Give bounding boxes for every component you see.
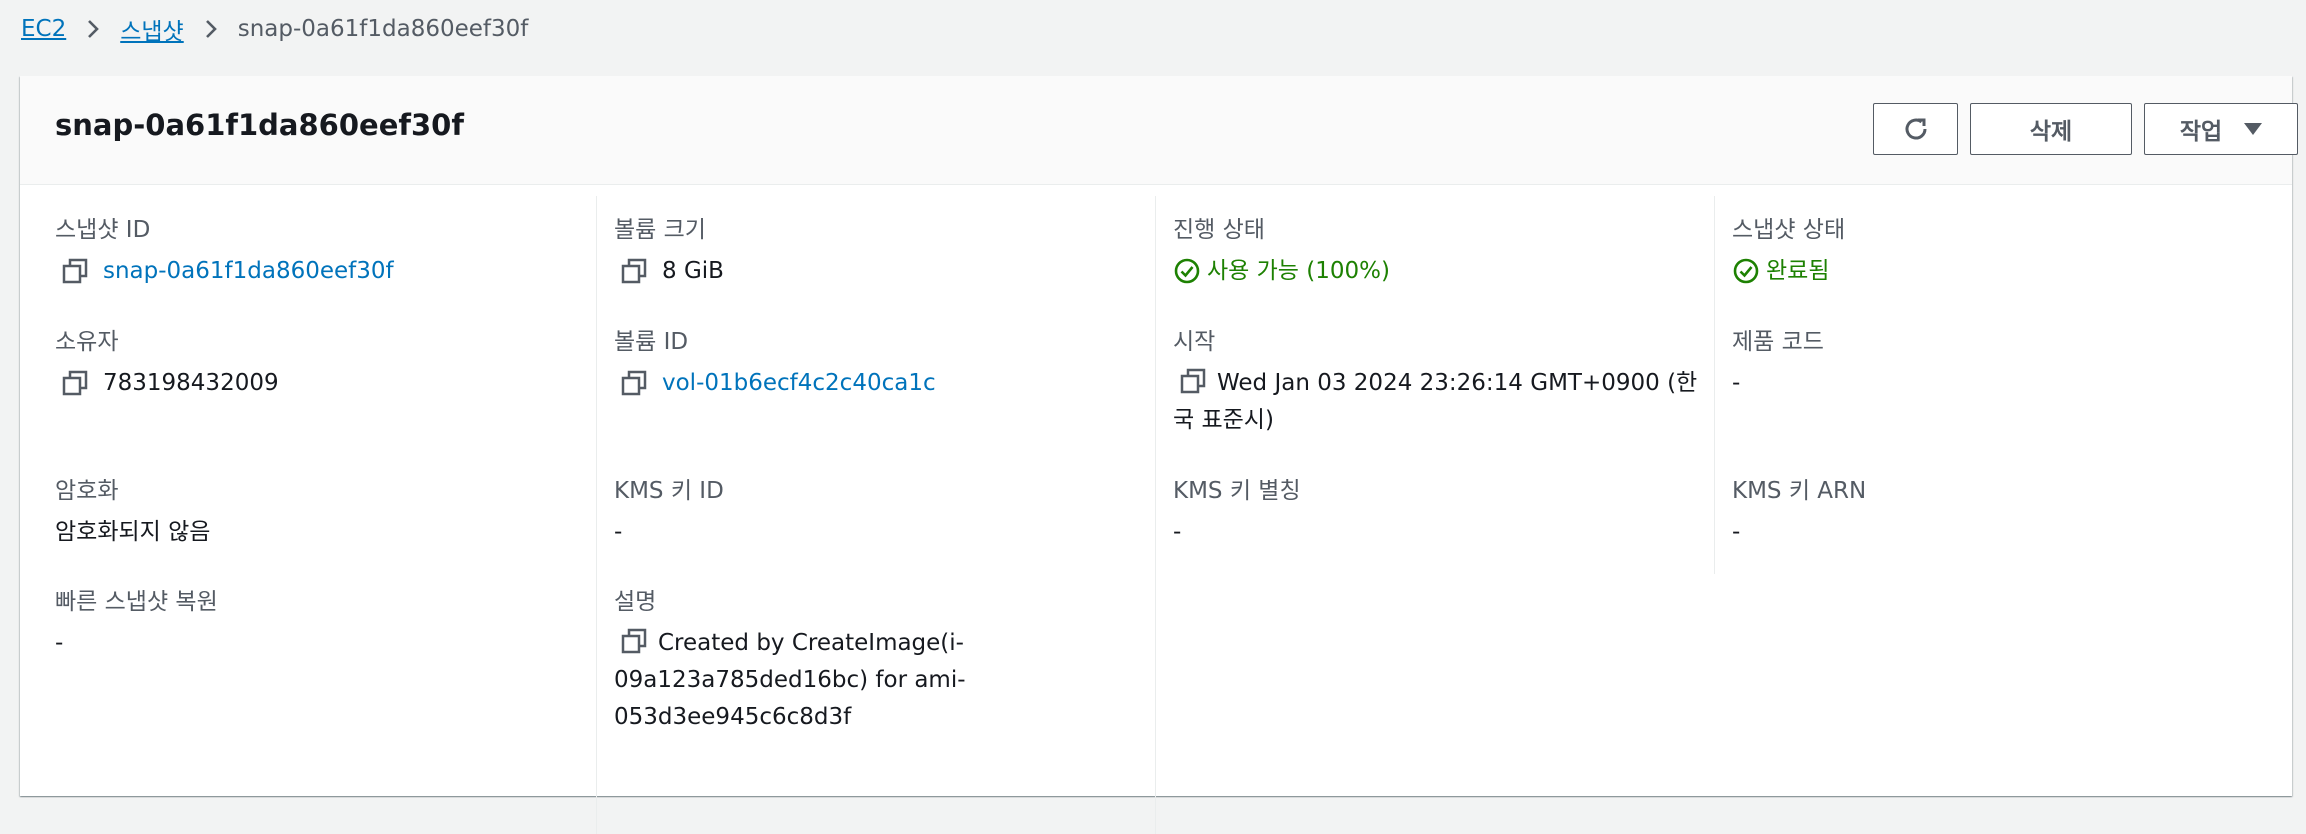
copy-icon[interactable]	[1179, 367, 1207, 395]
field-snapshot-id: 스냅샷 ID snap-0a61f1da860eef30f	[55, 213, 575, 289]
check-circle-icon	[1174, 258, 1200, 284]
field-label: 설명	[614, 589, 657, 615]
description-value: Created by CreateImage(i-09a123a785ded16…	[614, 630, 966, 730]
field-label: KMS 키 ID	[614, 478, 724, 504]
copy-icon[interactable]	[620, 627, 648, 655]
fast-restore-value: -	[55, 630, 64, 656]
kms-key-arn-value: -	[1732, 519, 1741, 545]
field-snapshot-status: 스냅샷 상태 완료됨	[1732, 213, 2252, 289]
delete-button[interactable]: 삭제	[1970, 103, 2132, 155]
field-label: 빠른 스냅샷 복원	[55, 589, 218, 615]
breadcrumb: EC2 스냅샷 snap-0a61f1da860eef30f	[21, 8, 528, 50]
column-divider	[596, 196, 597, 834]
field-description: 설명 Created by CreateImage(i-09a123a785de…	[614, 585, 974, 736]
field-owner: 소유자 783198432009	[55, 325, 575, 401]
volume-size-value: 8 GiB	[662, 258, 724, 284]
actions-dropdown-button[interactable]: 작업	[2144, 103, 2298, 155]
progress-status: 사용 가능 (100%)	[1173, 253, 1693, 289]
copy-icon[interactable]	[620, 369, 648, 397]
breadcrumb-snapshots-link[interactable]: 스냅샷	[120, 12, 183, 46]
field-volume-id: 볼륨 ID vol-01b6ecf4c2c40ca1c	[614, 325, 1134, 401]
page-title: snap-0a61f1da860eef30f	[55, 108, 464, 142]
chevron-right-icon	[84, 18, 102, 40]
progress-value: 사용 가능 (100%)	[1207, 258, 1390, 284]
column-divider	[1155, 196, 1156, 834]
chevron-right-icon	[202, 18, 220, 40]
owner-value: 783198432009	[103, 370, 279, 396]
field-label: 볼륨 ID	[614, 329, 689, 355]
kms-key-id-value: -	[614, 519, 623, 545]
field-kms-key-id: KMS 키 ID -	[614, 474, 1134, 550]
field-encryption: 암호화 암호화되지 않음	[55, 474, 575, 550]
caret-down-icon	[2244, 123, 2263, 135]
field-volume-size: 볼륨 크기 8 GiB	[614, 213, 1134, 289]
field-kms-key-alias: KMS 키 별칭 -	[1173, 474, 1693, 550]
breadcrumb-ec2-link[interactable]: EC2	[21, 16, 66, 42]
field-label: 스냅샷 ID	[55, 217, 151, 243]
refresh-icon	[1905, 118, 1926, 140]
field-label: 시작	[1173, 329, 1216, 355]
field-product-codes: 제품 코드 -	[1732, 325, 2252, 401]
description-row: Created by CreateImage(i-09a123a785ded16…	[614, 625, 974, 736]
copy-icon[interactable]	[620, 257, 648, 285]
field-label: 볼륨 크기	[614, 217, 706, 243]
field-kms-key-arn: KMS 키 ARN -	[1732, 474, 2252, 550]
product-codes-value: -	[1732, 370, 1741, 396]
started-row: Wed Jan 03 2024 23:26:14 GMT+0900 (한국 표준…	[1173, 365, 1703, 439]
field-label: 진행 상태	[1173, 217, 1265, 243]
copy-icon[interactable]	[61, 257, 89, 285]
started-value: Wed Jan 03 2024 23:26:14 GMT+0900 (한국 표준…	[1173, 370, 1698, 433]
field-label: 제품 코드	[1732, 329, 1824, 355]
snapshot-id-link[interactable]: snap-0a61f1da860eef30f	[103, 253, 394, 289]
column-divider	[1714, 196, 1715, 574]
field-label: 소유자	[55, 329, 119, 355]
kms-key-alias-value: -	[1173, 519, 1182, 545]
field-fast-snapshot-restore: 빠른 스냅샷 복원 -	[55, 585, 575, 661]
snapshot-status: 완료됨	[1732, 253, 2252, 289]
check-circle-icon	[1733, 258, 1759, 284]
refresh-button[interactable]	[1873, 103, 1958, 155]
field-label: 암호화	[55, 478, 119, 504]
snapshot-status-value: 완료됨	[1766, 258, 1830, 284]
breadcrumb-current: snap-0a61f1da860eef30f	[237, 16, 529, 42]
field-label: KMS 키 ARN	[1732, 478, 1867, 504]
copy-icon[interactable]	[61, 369, 89, 397]
field-started: 시작 Wed Jan 03 2024 23:26:14 GMT+0900 (한국…	[1173, 325, 1703, 439]
field-progress: 진행 상태 사용 가능 (100%)	[1173, 213, 1693, 289]
actions-label: 작업	[2179, 119, 2223, 145]
field-label: 스냅샷 상태	[1732, 217, 1846, 243]
encryption-value: 암호화되지 않음	[55, 519, 211, 545]
field-label: KMS 키 별칭	[1173, 478, 1301, 504]
volume-id-link[interactable]: vol-01b6ecf4c2c40ca1c	[662, 365, 936, 401]
snapshot-details-panel: snap-0a61f1da860eef30f 삭제 작업 스냅샷 ID snap…	[20, 76, 2298, 834]
panel-header: snap-0a61f1da860eef30f 삭제 작업	[20, 76, 2298, 185]
